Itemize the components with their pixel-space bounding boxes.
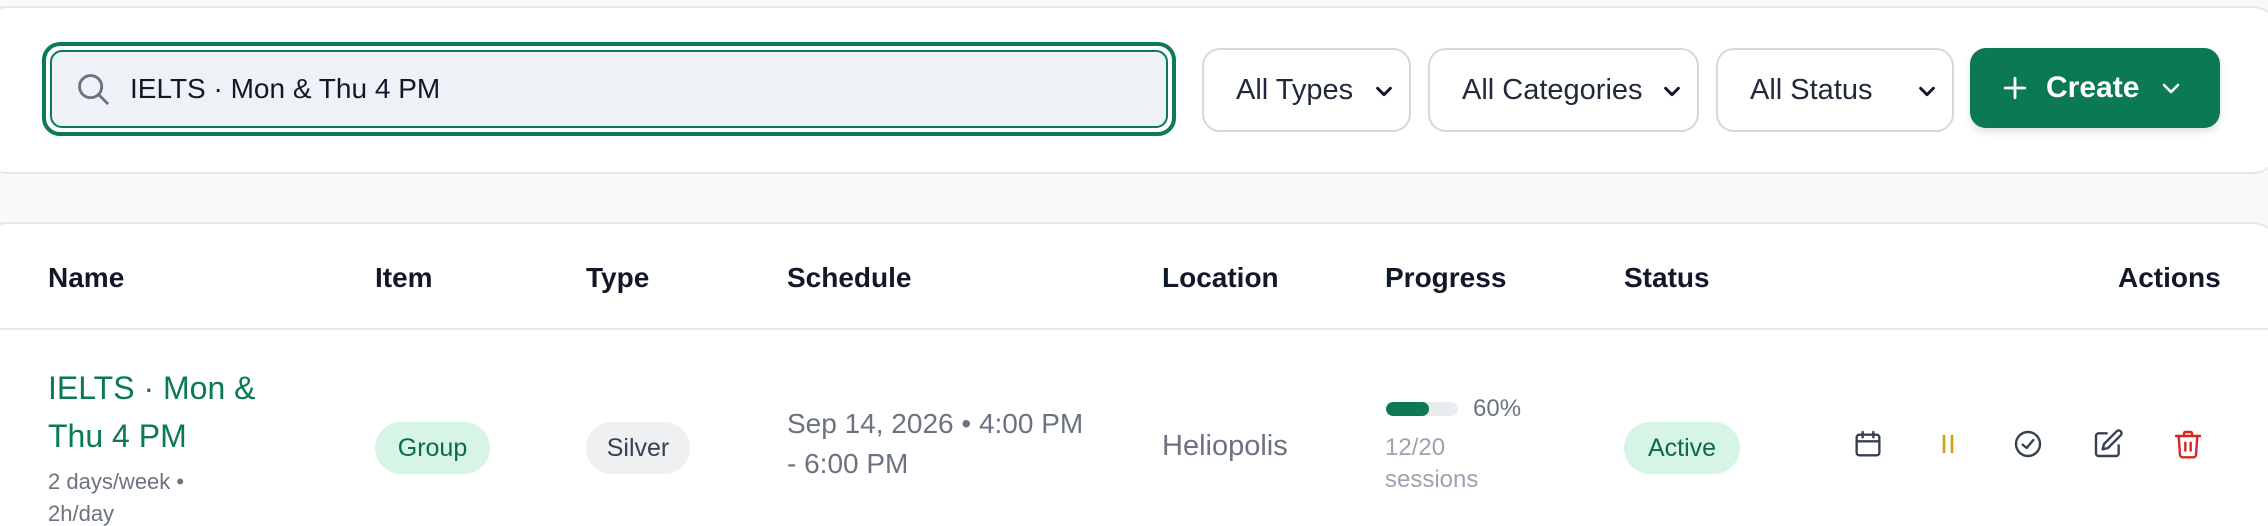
table-card [0,222,2268,526]
column-header-actions: Actions [2118,262,2221,293]
create-button[interactable]: Create [1970,48,2220,128]
chevron-down-icon [1376,86,1392,97]
column-header-name[interactable]: Name [48,262,124,294]
type-filter-select[interactable]: All Types [1202,48,1411,132]
search-icon [78,74,109,105]
status-filter-label: All Status [1750,73,1873,106]
row-schedule: Sep 14, 2026 • 4:00 PM - 6:00 PM [787,408,1084,479]
column-header-progress[interactable]: Progress [1385,262,1506,294]
plus-icon [2003,76,2027,100]
column-header-status[interactable]: Status [1624,262,1710,294]
type-badge: Silver [586,422,690,474]
column-header-type[interactable]: Type [586,262,649,294]
search-box[interactable] [42,42,1176,136]
create-button-label: Create [2046,71,2140,104]
edit-icon[interactable] [2092,428,2124,460]
calendar-icon[interactable] [1852,428,1884,460]
column-header-schedule[interactable]: Schedule [787,262,911,294]
row-meta: 2 days/week • 2h/day [48,469,185,526]
row-location: Heliopolis [1162,430,1288,462]
search-input[interactable] [130,73,1166,105]
column-header-location[interactable]: Location [1162,262,1279,294]
category-filter-label: All Categories [1462,73,1643,106]
chevron-down-icon [1919,86,1935,97]
item-badge: Group [375,422,490,474]
trash-icon[interactable] [2172,428,2204,460]
check-circle-icon[interactable] [2012,428,2044,460]
status-filter-select[interactable]: All Status [1716,48,1954,132]
category-filter-select[interactable]: All Categories [1428,48,1699,132]
pause-icon[interactable] [1932,428,1964,460]
status-badge: Active [1624,422,1740,474]
header-divider [0,328,2268,330]
progress-sessions: 12/20 sessions [1385,434,1479,493]
progress-bar-fill [1386,402,1430,416]
chevron-down-icon [1664,86,1680,97]
column-header-item[interactable]: Item [375,262,433,294]
type-filter-label: All Types [1236,73,1354,106]
progress-percent: 60% [1473,395,1522,422]
search-field[interactable] [50,50,1168,128]
progress-bar [1386,402,1458,416]
row-name-link[interactable]: IELTS · Mon & Thu 4 PM [48,364,288,460]
chevron-down-icon[interactable] [2159,76,2183,100]
